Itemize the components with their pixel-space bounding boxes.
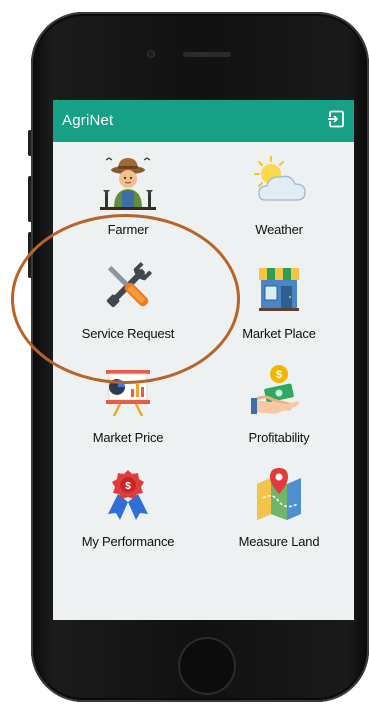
- menu-tile-measure-land[interactable]: Measure Land: [204, 454, 354, 558]
- svg-text:$: $: [276, 369, 282, 381]
- menu-tile-weather[interactable]: Weather: [204, 142, 354, 246]
- earpiece-speaker: [183, 52, 231, 57]
- menu-label-profitability: Profitability: [248, 430, 310, 445]
- logout-icon[interactable]: [326, 109, 346, 129]
- menu-label-my-performance: My Performance: [81, 534, 175, 549]
- map-location-icon: [257, 468, 301, 520]
- menu-tile-profitability[interactable]: $ Profitability: [204, 350, 354, 454]
- menu-tile-my-performance[interactable]: $ My Performance: [53, 454, 203, 558]
- menu-tile-market-place[interactable]: Market Place: [204, 246, 354, 350]
- menu-label-weather: Weather: [255, 222, 303, 237]
- award-ribbon-icon: $: [108, 470, 148, 520]
- app-bar: AgriNet: [53, 100, 354, 142]
- shop-icon: [259, 268, 299, 311]
- tools-icon: [106, 261, 153, 308]
- menu-grid: Farmer Weather Service Request Market Pl…: [53, 142, 354, 620]
- svg-text:$: $: [125, 481, 131, 492]
- profit-money-icon: $: [251, 365, 299, 414]
- front-camera: [147, 50, 155, 58]
- menu-label-measure-land: Measure Land: [238, 534, 320, 549]
- home-button[interactable]: [178, 637, 236, 695]
- menu-tile-farmer[interactable]: Farmer: [53, 142, 203, 246]
- app-title: AgriNet: [62, 112, 114, 129]
- weather-icon: [254, 156, 306, 201]
- menu-label-service-request: Service Request: [81, 326, 175, 341]
- price-chart-icon: [106, 370, 150, 417]
- device-stage: AgriNet Farmer Weather Service Request M…: [0, 0, 369, 705]
- farmer-icon: [100, 157, 156, 210]
- menu-tile-market-price[interactable]: Market Price: [53, 350, 203, 454]
- menu-label-market-place: Market Place: [242, 326, 316, 341]
- menu-label-market-price: Market Price: [92, 430, 164, 445]
- menu-label-farmer: Farmer: [107, 222, 149, 237]
- menu-tile-service-request[interactable]: Service Request: [53, 246, 203, 350]
- app-screen: AgriNet Farmer Weather Service Request M…: [53, 100, 354, 620]
